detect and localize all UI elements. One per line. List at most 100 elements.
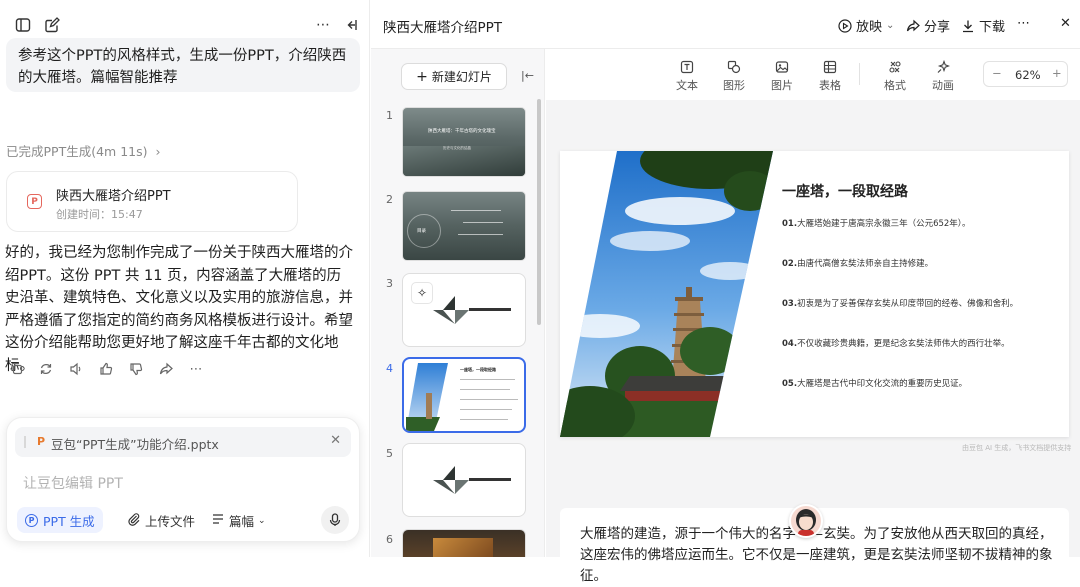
ppt-mode-icon: P: [25, 513, 38, 527]
point-number: 05.: [782, 379, 798, 389]
pptx-file-icon: P: [37, 435, 46, 448]
close-icon[interactable]: ✕: [1060, 16, 1071, 31]
slide-point-1[interactable]: 01.大雁塔始建于唐高宗永徽三年（公元652年）。: [782, 218, 1052, 230]
assistant-reply: 好的，我已经为您制作完成了一份关于陕西大雁塔的介绍PPT。这份 PPT 共 11…: [5, 245, 353, 374]
more-actions-icon[interactable]: ⋯: [188, 362, 204, 380]
slide-thumbnail-4-selected[interactable]: 一座塔，一段取经路: [402, 357, 526, 433]
slide-thumbnail-2[interactable]: 目录: [402, 191, 526, 261]
table-tool-label: 表格: [819, 79, 841, 92]
current-slide[interactable]: 一座塔，一段取经路 01.大雁塔始建于唐高宗永徽三年（公元652年）。 02.由…: [560, 151, 1069, 437]
slide-point-3[interactable]: 03.初衷是为了妥善保存玄奘从印度带回的经卷、佛像和舍利。: [782, 298, 1052, 310]
present-button[interactable]: 放映 ⌄: [838, 16, 894, 35]
table-tool[interactable]: 表格: [812, 60, 848, 93]
animation-tool[interactable]: 动画: [925, 59, 961, 93]
slide-thumbnails: + 新建幻灯片 |← 1 陕西大雁塔：千年古塔的文化瑰宝 历史与文化的结晶 2 …: [371, 49, 545, 557]
present-chevron-icon[interactable]: ⌄: [886, 20, 894, 31]
slide-number: 6: [386, 533, 393, 546]
slide-number: 5: [386, 447, 393, 460]
thumbs-up-icon[interactable]: [98, 362, 114, 380]
file-card-name: 陕西大雁塔介绍PPT: [56, 189, 171, 204]
slide-thumbnail-3[interactable]: ✧: [402, 273, 526, 347]
attachment-chip: P 豆包“PPT生成”功能介绍.pptx ✕: [15, 427, 351, 457]
length-label: 篇幅: [229, 514, 255, 529]
point-text: 大雁塔是古代中印文化交流的重要历史见证。: [797, 379, 968, 389]
point-text: 大雁塔始建于唐高宗永徽三年（公元652年）。: [797, 219, 971, 229]
image-tool-label: 图片: [771, 79, 793, 92]
collapse-thumbnails-icon[interactable]: |←: [521, 69, 534, 82]
collapse-panel-icon[interactable]: [341, 15, 361, 35]
download-label: 下载: [979, 20, 1006, 35]
regenerate-icon[interactable]: [38, 362, 54, 380]
remove-attachment-icon[interactable]: ✕: [330, 433, 341, 448]
point-text: 不仅收藏珍贵典籍，更是纪念玄奘法师伟大的西行壮举。: [797, 339, 1010, 349]
slide-point-2[interactable]: 02.由唐代高僧玄奘法师亲自主持修建。: [782, 258, 1052, 270]
attachment-name: 豆包“PPT生成”功能介绍.pptx: [51, 437, 219, 452]
plus-icon: +: [416, 68, 428, 85]
sidebar-toggle-icon[interactable]: [13, 15, 33, 35]
ppt-generate-chip[interactable]: P PPT 生成: [17, 507, 103, 533]
image-tool[interactable]: 图片: [764, 60, 800, 93]
microphone-icon: [329, 513, 341, 526]
zoom-in-icon[interactable]: +: [1052, 66, 1062, 80]
zoom-control: − 62% +: [983, 61, 1068, 87]
format-tool[interactable]: 格式: [877, 60, 913, 93]
copy-icon[interactable]: [8, 362, 24, 380]
paragraph-icon: [211, 512, 225, 529]
generation-status-text: 已完成PPT生成(4m 11s): [6, 144, 148, 159]
slide-title[interactable]: 一座塔，一段取经路: [782, 181, 908, 201]
shape-tool[interactable]: 图形: [716, 60, 752, 93]
point-number: 02.: [782, 259, 798, 269]
table-icon: [812, 60, 848, 77]
share-arrow-icon[interactable]: [158, 362, 174, 380]
download-button[interactable]: 下载: [961, 16, 1005, 35]
zoom-out-icon[interactable]: −: [992, 66, 1002, 80]
composer-input[interactable]: 让豆包编辑 PPT: [23, 473, 123, 493]
point-text: 初衷是为了妥善保存玄奘从印度带回的经卷、佛像和舍利。: [797, 299, 1019, 309]
chevron-right-icon: ›: [155, 144, 161, 159]
thumb-toc-label: 目录: [417, 229, 426, 234]
ppt-file-card[interactable]: P 陕西大雁塔介绍PPT 创建时间：15:47: [6, 171, 298, 232]
upload-file-button[interactable]: 上传文件: [127, 511, 195, 530]
microphone-button[interactable]: [321, 506, 349, 534]
share-icon: [906, 19, 920, 31]
assistant-avatar[interactable]: [789, 504, 823, 538]
format-tool-label: 格式: [884, 79, 906, 92]
slide-number: 4: [386, 362, 393, 375]
slide-point-5[interactable]: 05.大雁塔是古代中印文化交流的重要历史见证。: [782, 378, 1052, 390]
text-tool[interactable]: 文本: [669, 60, 705, 93]
length-selector[interactable]: 篇幅 ⌄: [211, 511, 266, 530]
slide-number: 1: [386, 109, 393, 122]
ppt-file-icon: P: [27, 194, 42, 209]
chat-panel: ⋯ 参考这个PPT的风格样式，生成一份PPT，介绍陕西的大雁塔。篇幅智能推荐 已…: [0, 0, 370, 557]
user-message: 参考这个PPT的风格样式，生成一份PPT，介绍陕西的大雁塔。篇幅智能推荐: [6, 38, 360, 92]
slide-thumbnail-6[interactable]: [402, 529, 526, 557]
more-options-icon[interactable]: ⋯: [313, 15, 333, 35]
play-icon: [838, 18, 852, 33]
slide-thumbnail-5[interactable]: [402, 443, 526, 517]
chevron-down-icon: ⌄: [258, 515, 266, 526]
paperclip-icon: [127, 512, 141, 529]
message-composer[interactable]: P 豆包“PPT生成”功能介绍.pptx ✕ 让豆包编辑 PPT P PPT 生…: [6, 417, 360, 542]
new-slide-button[interactable]: + 新建幻灯片: [401, 63, 507, 90]
slide-point-4[interactable]: 04.不仅收藏珍贵典籍，更是纪念玄奘法师伟大的西行壮举。: [782, 338, 1052, 350]
text-icon: [669, 60, 705, 77]
point-number: 01.: [782, 219, 798, 229]
thumbnails-scrollbar[interactable]: [537, 99, 541, 325]
share-button[interactable]: 分享: [906, 16, 950, 35]
ai-watermark: 由豆包 AI 生成，飞书文档提供支持: [962, 444, 1072, 452]
ppt-chip-label: PPT 生成: [43, 513, 95, 529]
animation-icon: [925, 59, 961, 77]
shape-icon: [716, 60, 752, 77]
slide-thumbnail-1[interactable]: 陕西大雁塔：千年古塔的文化瑰宝 历史与文化的结晶: [402, 107, 526, 177]
point-number: 03.: [782, 299, 798, 309]
format-icon: [877, 60, 913, 77]
header-more-icon[interactable]: ⋯: [1017, 16, 1030, 31]
thumb-4-title: 一座塔，一段取经路: [460, 367, 496, 372]
slide-number: 3: [386, 277, 393, 290]
new-slide-label: 新建幻灯片: [431, 70, 492, 84]
thumbs-down-icon[interactable]: [128, 362, 144, 380]
new-chat-icon[interactable]: [42, 15, 62, 35]
generation-status[interactable]: 已完成PPT生成(4m 11s) ›: [6, 141, 160, 160]
speaker-icon[interactable]: [68, 362, 84, 380]
point-text: 由唐代高僧玄奘法师亲自主持修建。: [797, 259, 934, 269]
